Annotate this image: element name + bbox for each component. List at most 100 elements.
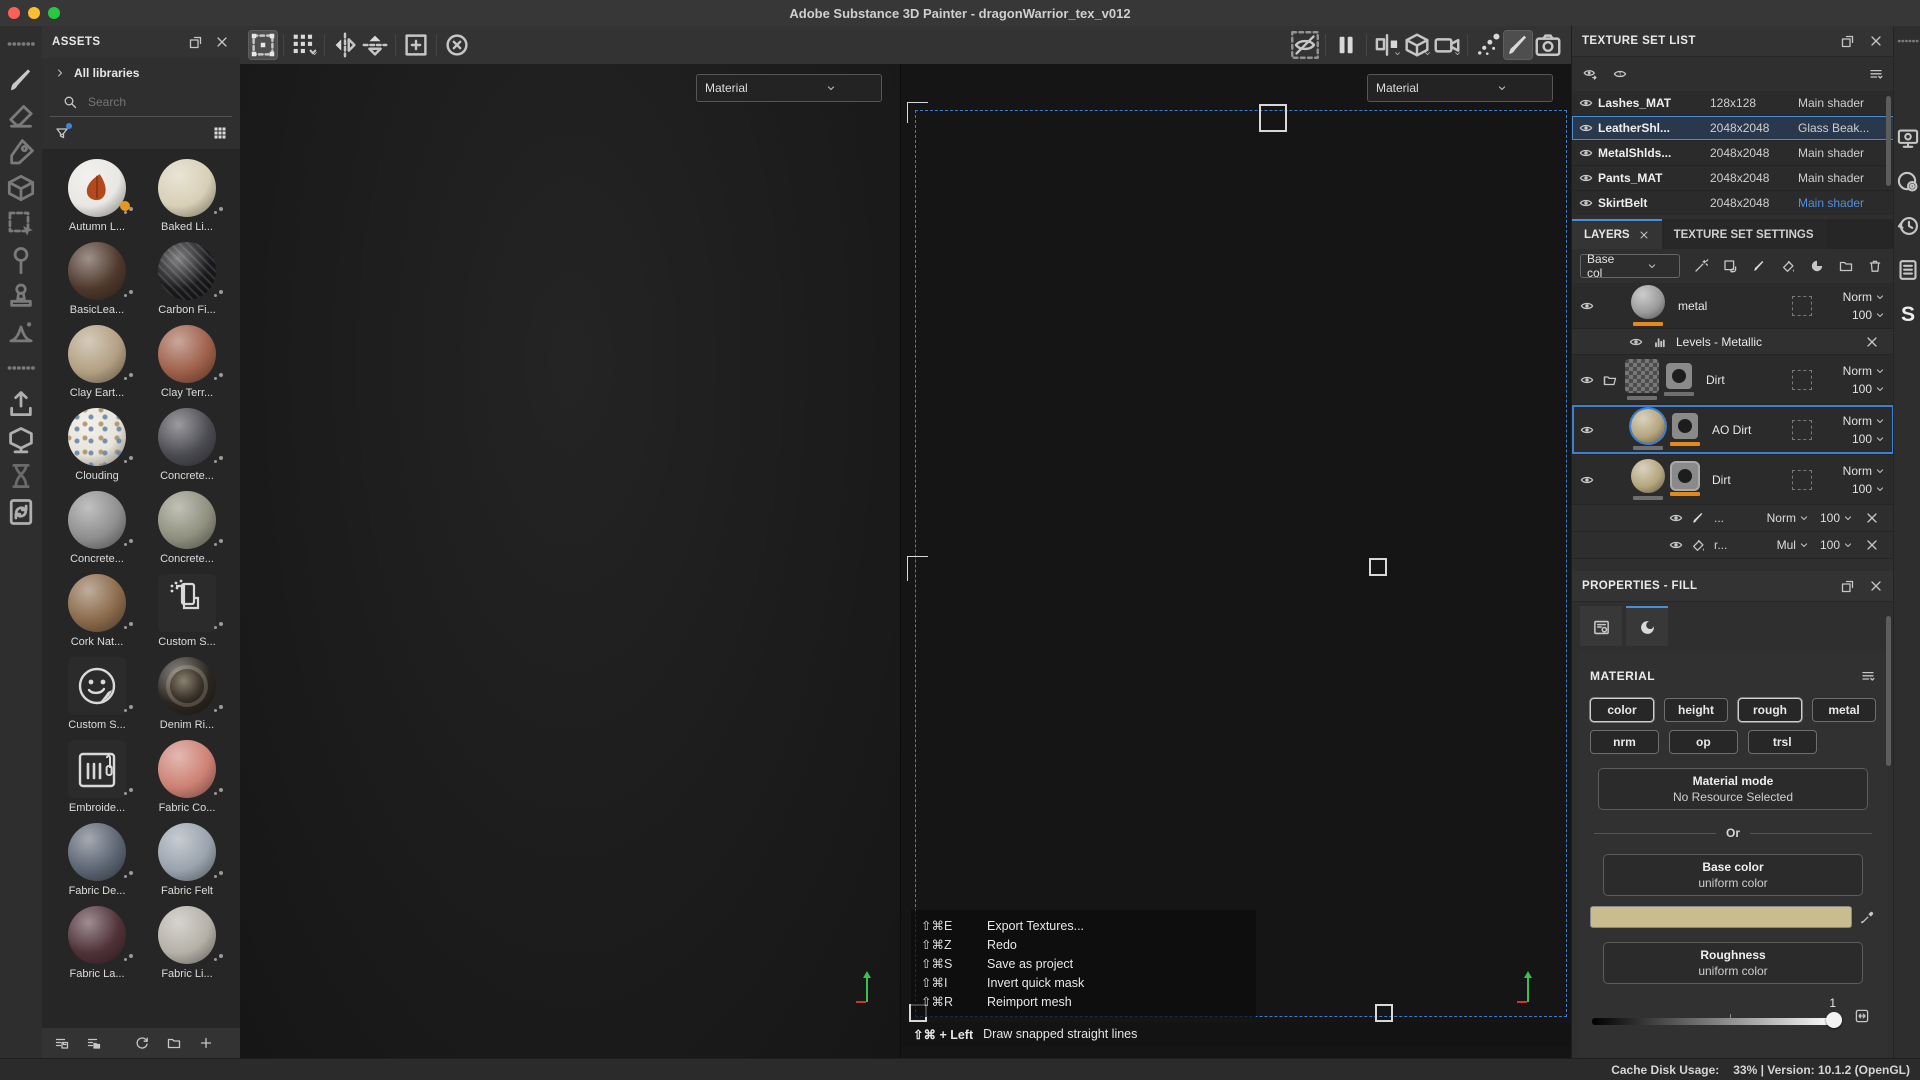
blend-mode-dropdown[interactable]: Norm: [1843, 464, 1886, 478]
smart-material-icon[interactable]: [1693, 258, 1709, 274]
scrollbar[interactable]: [1886, 96, 1891, 186]
polygon-fill-tool[interactable]: [4, 206, 38, 242]
visibility-eye-icon[interactable]: [1578, 120, 1594, 136]
clone-source-tool[interactable]: [4, 242, 38, 278]
folder-icon[interactable]: [1602, 372, 1618, 388]
asset-thumbnail[interactable]: [68, 491, 126, 549]
close-icon[interactable]: [1868, 33, 1884, 49]
asset-item[interactable]: Autumn L...: [52, 159, 142, 242]
visibility-eye-icon[interactable]: [1578, 195, 1594, 211]
popout-icon[interactable]: [1840, 578, 1856, 594]
material-mode-button[interactable]: Material mode No Resource Selected: [1598, 768, 1868, 810]
asset-thumbnail[interactable]: [158, 242, 216, 300]
asset-item[interactable]: Fabric La...: [52, 906, 142, 989]
slider-reset-icon[interactable]: [1854, 1008, 1870, 1024]
layer-mask-thumbnail[interactable]: [1666, 363, 1692, 389]
asset-item[interactable]: Baked Li...: [142, 159, 232, 242]
asset-thumbnail[interactable]: [68, 906, 126, 964]
eraser-tool[interactable]: [4, 98, 38, 134]
texture-set-row[interactable]: MetalShlds... 2048x2048 Main shader: [1572, 141, 1894, 166]
asset-item[interactable]: Concrete...: [142, 408, 232, 491]
camera-button[interactable]: [1432, 30, 1462, 60]
asset-item[interactable]: Custom S...: [142, 574, 232, 657]
solo-visibility-icon[interactable]: 1: [1612, 66, 1628, 82]
asset-item[interactable]: Clay Eart...: [52, 325, 142, 408]
opacity-dropdown[interactable]: 100: [1852, 432, 1886, 446]
asset-thumbnail[interactable]: [158, 740, 216, 798]
filter-funnel-icon[interactable]: [54, 125, 70, 141]
channel-filter-dropdown[interactable]: Base col: [1580, 254, 1680, 278]
channel-height-button[interactable]: height: [1664, 698, 1728, 722]
sort-icon[interactable]: [1860, 668, 1876, 684]
new-folder-icon[interactable]: [166, 1035, 182, 1051]
close-icon[interactable]: [214, 34, 230, 50]
channel-rough-button[interactable]: rough: [1738, 698, 1802, 722]
asset-item[interactable]: Fabric Felt: [142, 823, 232, 906]
geometry-fill-tool[interactable]: [4, 170, 38, 206]
asset-item[interactable]: Concrete...: [52, 491, 142, 574]
remove-effect-icon[interactable]: [1864, 334, 1880, 350]
opacity-dropdown[interactable]: 100: [1852, 382, 1886, 396]
layer-sub-effect-row[interactable]: r... Mul 100: [1572, 532, 1894, 559]
texture-set-row[interactable]: LeatherShl... 2048x2048 Glass Beak...: [1572, 116, 1894, 141]
tab-layer-settings[interactable]: [1580, 606, 1622, 646]
export-button[interactable]: [4, 386, 38, 422]
eyedropper-icon[interactable]: [1860, 909, 1876, 925]
asset-thumbnail[interactable]: [158, 657, 216, 715]
texture-set-row[interactable]: Lashes_MAT 128x128 Main shader: [1572, 91, 1894, 116]
shader-settings-button[interactable]: [1895, 160, 1920, 204]
view2d-mode-dropdown[interactable]: Material: [1367, 74, 1553, 102]
texture-set-row[interactable]: Pants_MAT 2048x2048 Main shader: [1572, 166, 1894, 191]
split-view-button[interactable]: [1372, 30, 1402, 60]
layer-thumbnail[interactable]: [1631, 459, 1665, 493]
layer-thumbnail[interactable]: [1631, 285, 1665, 319]
remove-effect-icon[interactable]: [1864, 537, 1880, 553]
layer-reference-box[interactable]: [1792, 470, 1812, 490]
layer-thumbnail[interactable]: [1631, 409, 1665, 443]
texture-set-shader[interactable]: Main shader: [1798, 171, 1888, 185]
layer-visibility-icon[interactable]: [1579, 472, 1595, 488]
texture-set-row[interactable]: SkirtBelt 2048x2048 Main shader: [1572, 191, 1894, 215]
selection-handle[interactable]: [1369, 558, 1387, 576]
asset-item[interactable]: Clouding: [52, 408, 142, 491]
layer-visibility-icon[interactable]: [1579, 298, 1595, 314]
asset-item[interactable]: BasicLea...: [52, 242, 142, 325]
layer-visibility-icon[interactable]: [1579, 422, 1595, 438]
quick-mask-toggle-button[interactable]: [1290, 30, 1320, 60]
opacity-dropdown[interactable]: 100: [1852, 482, 1886, 496]
asset-item[interactable]: Custom S...: [52, 657, 142, 740]
opacity-dropdown[interactable]: 100: [1820, 511, 1854, 525]
blend-mode-dropdown[interactable]: Norm: [1843, 414, 1886, 428]
viewport-2d[interactable]: Material ⇧⌘EExport Textures...⇧⌘ZRedo⇧⌘S…: [901, 64, 1571, 1058]
resource-updater-button[interactable]: [4, 494, 38, 530]
asset-item[interactable]: Cork Nat...: [52, 574, 142, 657]
add-paint-layer-icon[interactable]: [1751, 258, 1767, 274]
effect-visibility-icon[interactable]: [1668, 537, 1684, 553]
search-input[interactable]: [86, 94, 200, 110]
texture-set-shader[interactable]: Main shader: [1798, 196, 1888, 210]
add-mask-icon[interactable]: [1809, 258, 1825, 274]
texture-set-shader[interactable]: Main shader: [1798, 146, 1888, 160]
add-fill-layer-icon[interactable]: [1722, 258, 1738, 274]
add-asset-icon[interactable]: [198, 1035, 214, 1051]
selection-handle[interactable]: [1375, 1004, 1393, 1022]
asset-item[interactable]: Clay Terr...: [142, 325, 232, 408]
asset-item[interactable]: Fabric Li...: [142, 906, 232, 989]
layer-row[interactable]: Dirt Norm100: [1572, 455, 1894, 505]
layer-row[interactable]: metal Norm100: [1572, 283, 1894, 329]
close-icon[interactable]: [1868, 578, 1884, 594]
layer-effect-row[interactable]: Levels - Metallic: [1572, 329, 1894, 355]
blend-mode-dropdown[interactable]: Norm: [1843, 290, 1886, 304]
smudge-tool[interactable]: [4, 314, 38, 350]
close-icon[interactable]: [1638, 229, 1650, 241]
channel-nrm-button[interactable]: nrm: [1590, 730, 1659, 754]
roughness-slider-track[interactable]: [1592, 1018, 1836, 1025]
layer-reference-box[interactable]: [1792, 420, 1812, 440]
roughness-slider-knob[interactable]: [1826, 1012, 1842, 1028]
asset-item[interactable]: Fabric De...: [52, 823, 142, 906]
asset-thumbnail[interactable]: [158, 574, 216, 632]
visibility-eye-icon[interactable]: [1578, 145, 1594, 161]
history-button[interactable]: [1895, 204, 1920, 248]
base-color-button[interactable]: Base color uniform color: [1603, 854, 1863, 896]
asset-item[interactable]: Denim Ri...: [142, 657, 232, 740]
